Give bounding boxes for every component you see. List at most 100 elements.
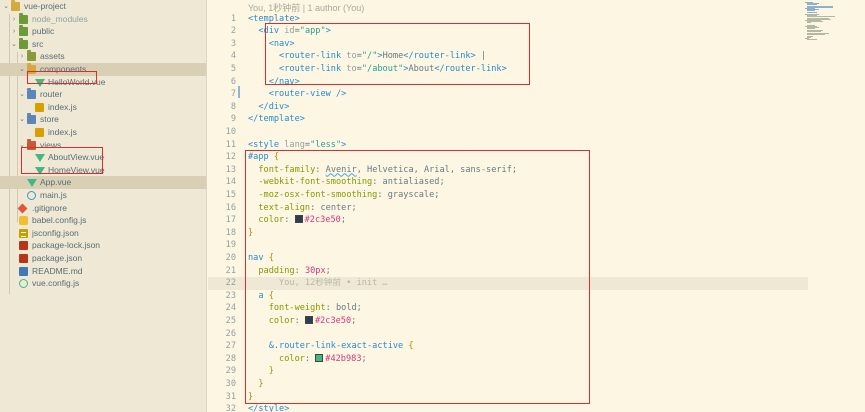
babel-icon <box>19 216 28 226</box>
line-number: 6 <box>230 76 236 87</box>
chevron-down-icon[interactable]: ⌄ <box>18 63 26 76</box>
tree-file[interactable]: .gitignore <box>0 202 206 215</box>
tree-folder[interactable]: › public <box>0 25 206 38</box>
line-number: 18 <box>225 227 236 238</box>
tree-file[interactable]: index.js <box>0 126 206 139</box>
chevron-down-icon[interactable]: ⌄ <box>10 38 18 51</box>
tree-item-label: main.js <box>40 190 67 200</box>
annotation-box-style <box>245 150 590 404</box>
folder-blue-icon <box>27 113 36 125</box>
md-icon <box>19 266 28 276</box>
line-number: 20 <box>225 252 236 263</box>
code-line[interactable]: 9 </template> <box>208 113 808 126</box>
tree-item-label: package-lock.json <box>32 240 101 251</box>
line-number: 7 <box>230 89 236 100</box>
line-number: 5 <box>230 63 236 74</box>
jsatom-icon <box>27 191 36 200</box>
tree-file[interactable]: App.vue <box>0 176 206 190</box>
line-number: 19 <box>225 240 236 251</box>
vue-icon <box>27 179 37 188</box>
chevron-right-icon[interactable]: › <box>18 50 26 63</box>
tree-item-label: public <box>32 26 55 37</box>
tree-file[interactable]: index.js <box>0 101 206 114</box>
tree-folder[interactable]: › node_modules <box>0 12 206 26</box>
line-number: 4 <box>230 51 236 62</box>
code-line[interactable]: 8 </div> <box>208 101 808 114</box>
line-number: 30 <box>225 378 236 389</box>
tree-file[interactable]: README.md <box>0 265 206 278</box>
line-number: 32 <box>225 404 236 412</box>
minimap[interactable] <box>805 2 865 42</box>
tree-item-label: vue.config.js <box>32 278 80 289</box>
line-number: 10 <box>225 126 236 137</box>
pkg-icon <box>19 241 28 251</box>
tree-folder[interactable]: ⌄ store <box>0 113 206 126</box>
line-number: 2 <box>230 26 236 37</box>
line-number: 13 <box>225 164 236 175</box>
tree-file[interactable]: main.js <box>0 189 206 202</box>
code-token: lang <box>284 139 305 150</box>
tree-item-label: jsconfig.json <box>32 227 79 238</box>
folder-green-icon <box>19 12 28 24</box>
chevron-right-icon[interactable]: › <box>10 25 18 38</box>
tree-item-label: index.js <box>48 101 77 112</box>
line-number: 28 <box>225 353 236 364</box>
code-editor[interactable]: You, 1秒钟前 | 1 author (You) 1 <template> 2 … <box>208 0 865 412</box>
annotation-box-views <box>21 147 103 174</box>
line-number: 1 <box>230 13 236 24</box>
code-line[interactable]: 32 </style> <box>208 403 808 412</box>
chevron-right-icon[interactable]: › <box>10 13 18 26</box>
tree-folder[interactable]: ⌄ router <box>0 88 206 101</box>
code-token: </template> <box>248 114 305 125</box>
git-blame-header[interactable]: You, 1秒钟前 | 1 author (You) <box>248 1 364 13</box>
js-icon <box>35 102 44 112</box>
line-number: 14 <box>225 177 236 188</box>
tree-item-label: vue-project <box>24 1 67 11</box>
minimap-line <box>807 11 817 13</box>
code-text: <router-view /> <box>248 88 347 101</box>
tree-file[interactable]: jsconfig.json <box>0 227 206 240</box>
line-number: 29 <box>225 366 236 377</box>
line-number: 31 <box>225 391 236 402</box>
code-line[interactable]: 7 <router-view /> <box>208 88 808 101</box>
tree-item-label: README.md <box>32 265 83 276</box>
chevron-down-icon[interactable]: ⌄ <box>2 0 10 13</box>
code-text: </template> <box>248 113 305 126</box>
code-text: </div> <box>248 101 289 114</box>
line-number: 27 <box>225 341 236 352</box>
minimap-line <box>807 22 811 24</box>
vuecfg-icon <box>19 279 28 289</box>
tree-item-label: .gitignore <box>32 202 67 213</box>
line-number: 3 <box>230 38 236 49</box>
code-line[interactable]: 10 <box>208 126 808 139</box>
line-number: 11 <box>225 139 236 150</box>
explorer-sidebar: ⌄ vue-project › node_modules › public ⌄ src › ass… <box>0 0 207 412</box>
line-number: 22 <box>225 278 236 289</box>
folder-olive-icon <box>27 50 36 62</box>
tree-file[interactable]: package-lock.json <box>0 239 206 252</box>
code-token: > <box>341 139 347 150</box>
code-token: <style <box>248 139 285 150</box>
code-token: <router-view /> <box>268 89 347 100</box>
tree-folder[interactable]: ⌄ vue-project <box>0 0 206 13</box>
tree-file[interactable]: package.json <box>0 252 206 265</box>
code-token: "less" <box>310 139 342 150</box>
chevron-down-icon[interactable]: ⌄ <box>18 113 26 126</box>
line-number: 17 <box>225 215 236 226</box>
annotation-box-nav <box>265 23 530 85</box>
annotation-box-helloworld <box>27 71 97 84</box>
folder-green-icon <box>19 25 28 37</box>
json-icon <box>19 228 28 238</box>
tree-folder[interactable]: › assets <box>0 50 206 63</box>
tree-file[interactable]: babel.config.js <box>0 214 206 227</box>
line-number: 25 <box>225 315 236 326</box>
minimap-line <box>807 39 817 41</box>
tree-item-label: babel.config.js <box>32 215 87 226</box>
tree-folder[interactable]: ⌄ src <box>0 37 206 51</box>
tree-file[interactable]: vue.config.js <box>0 277 206 290</box>
chevron-down-icon[interactable]: ⌄ <box>18 88 26 101</box>
git-icon <box>17 203 28 214</box>
line-number: 12 <box>225 152 236 163</box>
